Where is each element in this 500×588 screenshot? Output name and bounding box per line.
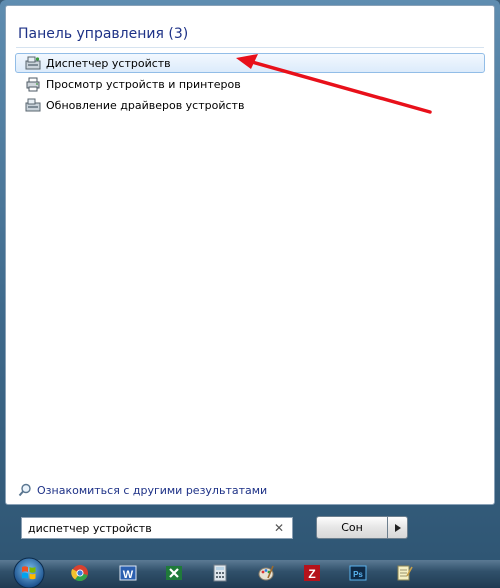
taskbar-excel[interactable] [164,563,184,583]
start-menu: Панель управления (3) Диспетчер устройст… [0,0,500,560]
filezilla-icon: Z [304,565,320,581]
windows-start-icon[interactable] [12,556,46,588]
svg-text:Z: Z [308,567,315,581]
taskbar-filezilla[interactable]: Z [302,563,322,583]
taskbar: W Z Ps [0,560,500,588]
driver-update-icon [25,98,41,112]
taskbar-notepad[interactable] [394,563,414,583]
close-icon[interactable]: ✕ [272,521,286,535]
group-divider [16,47,484,48]
calculator-icon [213,564,227,582]
result-label: Обновление драйверов устройств [46,98,245,112]
result-item-devices-printers[interactable]: Просмотр устройств и принтеров [15,74,485,94]
result-label: Диспетчер устройств [46,56,171,70]
sleep-button[interactable]: Сон [316,516,388,539]
results-group-header[interactable]: Панель управления (3) [18,26,188,42]
svg-text:Ps: Ps [353,570,363,579]
search-input[interactable] [22,519,272,537]
taskbar-photoshop[interactable]: Ps [348,563,368,583]
word-icon: W [119,565,137,581]
taskbar-word[interactable]: W [118,563,138,583]
search-results-pane: Панель управления (3) Диспетчер устройст… [5,5,495,505]
device-manager-icon [25,56,41,70]
see-more-results-link[interactable]: Ознакомиться с другими результатами [18,483,267,497]
photoshop-icon: Ps [349,565,367,581]
result-item-device-manager[interactable]: Диспетчер устройств [15,53,485,73]
power-options-button[interactable] [388,516,408,539]
result-item-driver-update[interactable]: Обновление драйверов устройств [15,95,485,115]
taskbar-calculator[interactable] [210,563,230,583]
search-box[interactable]: ✕ [21,517,293,539]
search-icon [18,483,31,497]
taskbar-chrome[interactable] [70,563,90,583]
taskbar-paint[interactable] [256,563,276,583]
chevron-right-icon [394,523,401,532]
notepad-icon [397,565,413,581]
power-button-group: Сон [316,516,408,539]
result-label: Просмотр устройств и принтеров [46,77,241,91]
paint-icon [258,565,274,581]
devices-printers-icon [26,77,40,92]
excel-icon [166,566,182,580]
svg-text:W: W [123,569,134,581]
chrome-icon [71,565,88,582]
see-more-results-label: Ознакомиться с другими результатами [37,483,268,497]
